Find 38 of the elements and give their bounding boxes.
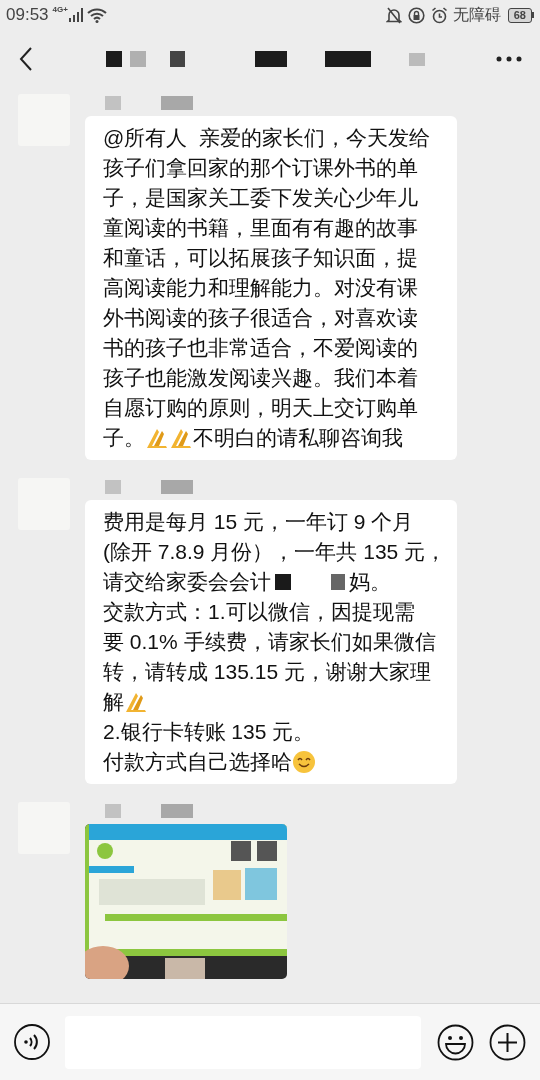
message-text: 孩子们拿回家的那个订课外书的单	[103, 155, 418, 182]
back-icon[interactable]	[18, 46, 34, 72]
message-text: (除开 7.8.9 月份），一年共 135 元，	[103, 539, 447, 566]
alarm-icon	[430, 6, 448, 24]
message-text: 要 0.1% 手续费，请家长们如果微信	[103, 629, 436, 656]
message-text: 2.银行卡转账 135 元。	[103, 719, 315, 746]
message-text: 交款方式：1.可以微信，因提现需	[103, 599, 415, 626]
smiley-icon	[292, 750, 316, 774]
message-text: 付款方式自己选择哈	[103, 749, 292, 776]
wifi-icon	[86, 7, 107, 23]
message-text: @所有人 亲爱的家长们，今天发给	[103, 125, 430, 152]
voice-icon[interactable]	[14, 1024, 50, 1060]
battery-icon: 68	[507, 7, 534, 23]
message-text: 费用是每月 15 元，一年订 9 个月	[103, 509, 414, 536]
message-text: 和童话，可以拓展孩子知识面，提	[103, 245, 418, 272]
accessibility-label: 无障碍	[452, 5, 501, 25]
message-text: 书的孩子也非常适合，不爱阅读的	[103, 335, 418, 362]
message-text: 转，请转成 135.15 元，谢谢大家理	[103, 659, 431, 686]
rotation-lock-icon	[407, 6, 425, 24]
message-text: 童阅读的书籍，里面有有趣的故事	[103, 215, 418, 242]
message-text: 外书阅读的孩子很适合，对喜欢读	[103, 305, 418, 332]
message-text: 不明白的请私聊咨询我	[193, 425, 403, 452]
message-text: 子，是国家关工委下发关心少年儿	[103, 185, 418, 212]
redaction	[275, 574, 345, 590]
muted-bell-icon	[385, 6, 402, 24]
plus-icon[interactable]	[489, 1023, 526, 1061]
signal-icon	[68, 8, 83, 22]
message-text: 解	[103, 689, 124, 716]
message-text: 妈。	[349, 569, 391, 596]
emoji-icon[interactable]	[437, 1023, 474, 1061]
message-text: 子。	[103, 425, 145, 452]
status-time: 09:53	[6, 4, 49, 27]
message-text: 孩子也能激发阅读兴趣。我们本着	[103, 365, 418, 392]
message-text: 请交给家委会会计	[103, 569, 271, 596]
more-icon[interactable]	[496, 56, 522, 62]
message-text: 高阅读能力和理解能力。对没有课	[103, 275, 418, 302]
network-type: 4G+	[52, 4, 68, 16]
message-text: 自愿订购的原则，明天上交订购单	[103, 395, 418, 422]
